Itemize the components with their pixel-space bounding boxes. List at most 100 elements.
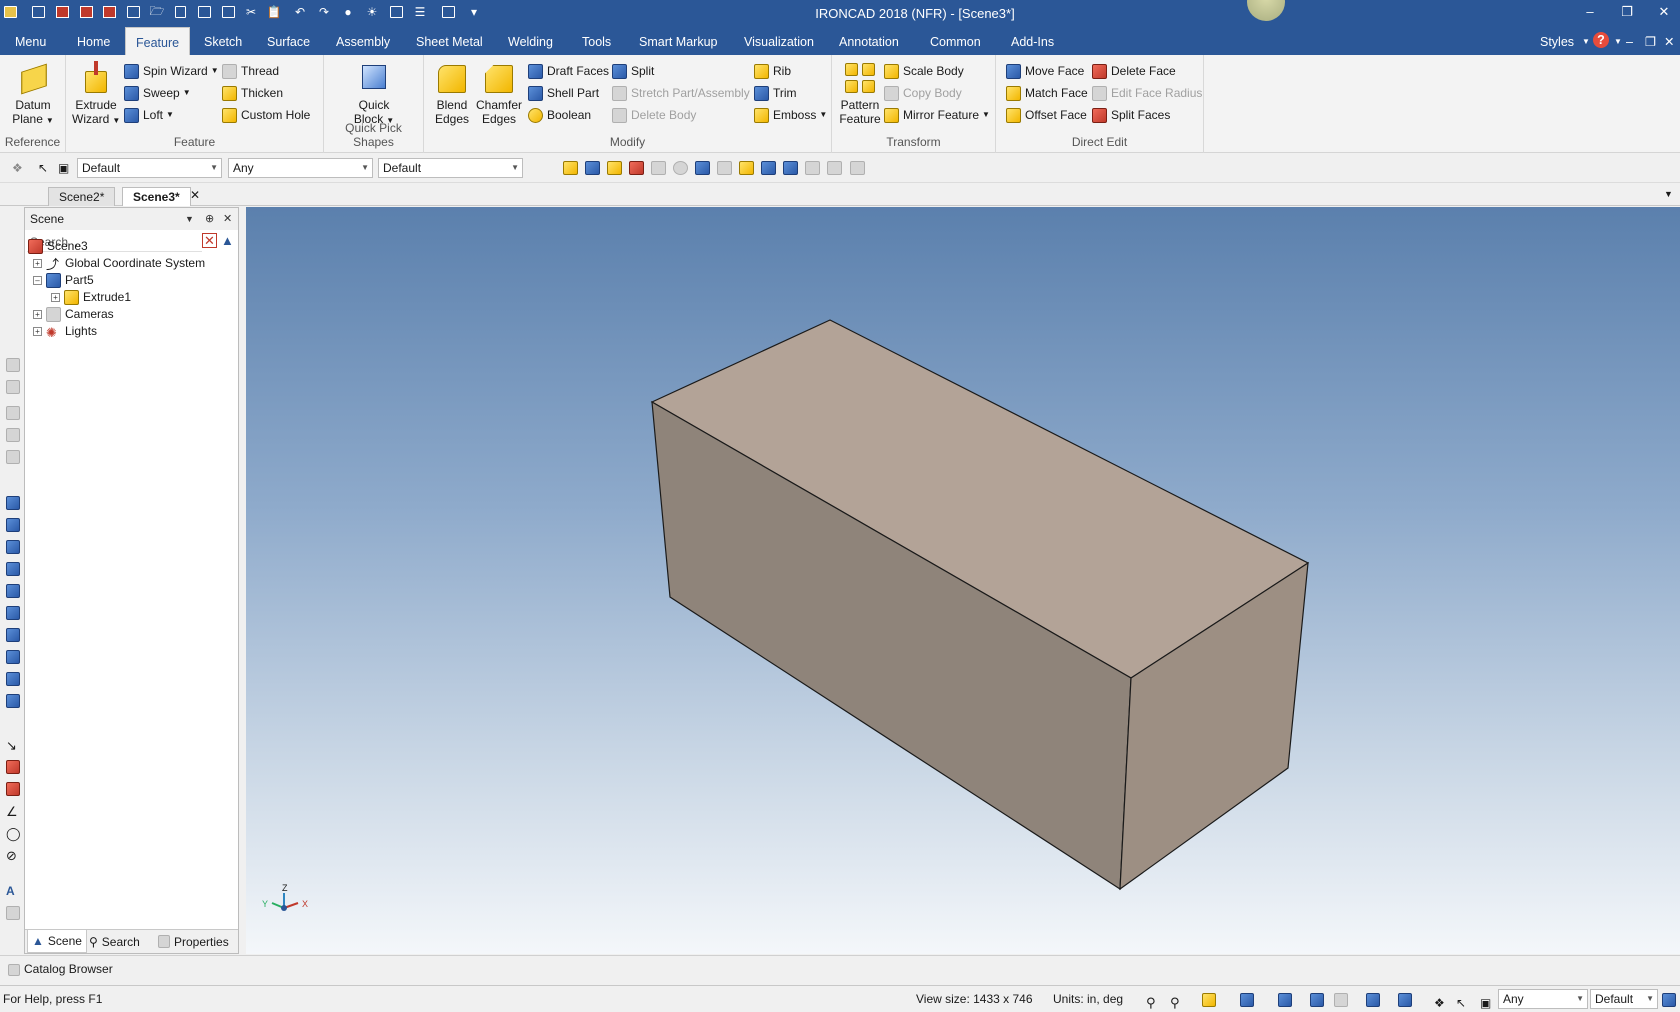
help-dropdown-icon[interactable]: ▼ [1614,27,1622,55]
catalog-browser-bar[interactable]: Catalog Browser [0,955,1680,981]
delete-face-button[interactable]: Delete Face [1092,62,1176,80]
orbit-icon[interactable]: ◯ [6,826,21,841]
catalog-export-icon[interactable] [805,161,820,175]
draft-faces-button[interactable]: Draft Faces [528,62,609,80]
doc-tabs-dropdown-icon[interactable]: ▼ [1664,189,1673,199]
expand-icon[interactable]: + [33,327,42,336]
help-icon[interactable]: ? [1593,32,1609,48]
view-bottom-icon[interactable] [6,606,20,620]
tree-item-extrude1[interactable]: + Extrude1 [51,289,131,306]
collapse-icon[interactable]: – [33,276,42,285]
loft-button[interactable]: Loft ▼ [124,106,174,124]
split-faces-button[interactable]: Split Faces [1092,106,1170,124]
zoom-fit-icon[interactable]: ⚲ [1146,990,1160,1010]
angle-icon[interactable]: ∠ [6,804,20,819]
tab-sheet-metal[interactable]: Sheet Metal [406,27,493,55]
stretch-part-assembly-button[interactable]: Stretch Part/Assembly [612,84,750,102]
text-tool-icon[interactable]: A [6,884,20,898]
camera-target-icon[interactable] [6,782,20,796]
catalog-list-icon[interactable] [717,161,732,175]
datum-plane-button[interactable]: Datum Plane ▼ [10,61,56,128]
tree-item-lights[interactable]: + ✺ Lights [33,323,97,340]
filter-combo[interactable]: Any ▼ [228,158,373,178]
chamfer-edges-button[interactable]: Chamfer Edges [476,61,522,126]
tree-item-cameras[interactable]: + Cameras [33,306,114,323]
panel-dropdown-icon[interactable]: ▼ [185,208,194,230]
panel-close-icon[interactable]: ✕ [223,208,232,230]
delete-body-button[interactable]: Delete Body [612,106,696,124]
close-icon[interactable]: ✕ [1654,4,1674,22]
minimize-icon[interactable]: – [1580,4,1600,22]
tab-tools[interactable]: Tools [572,27,621,55]
status-style-combo[interactable]: Default ▼ [1590,989,1658,1009]
move-face-button[interactable]: Move Face [1006,62,1084,80]
3d-viewport[interactable]: Z X Y [246,207,1680,954]
expand-icon[interactable]: + [33,259,42,268]
tab-sketch[interactable]: Sketch [194,27,252,55]
view-front-icon[interactable] [6,496,20,510]
copy-body-button[interactable]: Copy Body [884,84,962,102]
view-iso-icon[interactable] [6,628,20,642]
save-catalog-icon[interactable] [585,161,600,175]
emboss-button[interactable]: Emboss ▼ [754,106,827,124]
status-settings-icon[interactable] [1662,993,1676,1007]
match-face-button[interactable]: Match Face [1006,84,1088,102]
tree-item-part5[interactable]: – Part5 [33,272,94,289]
status-box-select-icon[interactable]: ▣ [1480,990,1494,1010]
doc-restore-icon[interactable]: ❐ [1645,27,1656,55]
styles-menu[interactable]: Styles [1540,27,1574,55]
expand-icon[interactable]: + [51,293,60,302]
clear-search-icon[interactable]: ✕ [202,233,217,248]
tab-menu[interactable]: Menu [5,27,56,55]
custom-hole-button[interactable]: Custom Hole [222,106,310,124]
shading-icon[interactable] [1310,993,1324,1007]
tree-item-scene3[interactable]: Scene3 [28,238,88,255]
tool-4-icon[interactable] [6,428,20,442]
tab-home[interactable]: Home [67,27,120,55]
scale-body-button[interactable]: Scale Body [884,62,964,80]
quick-block-button[interactable]: Quick Block ▼ [350,61,398,128]
shell-part-button[interactable]: Shell Part [528,84,599,102]
edit-face-radius-button[interactable]: Edit Face Radius [1092,84,1202,102]
style-combo[interactable]: Default ▼ [77,158,222,178]
catalog-image-icon[interactable] [695,161,710,175]
panel-tab-scene[interactable]: ▲ Scene [27,930,87,953]
open-folder-icon[interactable] [563,161,578,175]
mirror-feature-button[interactable]: Mirror Feature ▼ [884,106,990,124]
tab-visualization[interactable]: Visualization [734,27,824,55]
status-filter-icon[interactable]: ❖ [1434,990,1448,1010]
catalog-color-icon[interactable] [761,161,776,175]
layers-icon[interactable] [1398,993,1412,1007]
status-filter-combo[interactable]: Any ▼ [1498,989,1588,1009]
catalog-folder-icon[interactable] [607,161,622,175]
panel-tab-search[interactable]: ⚲ Search [85,930,144,953]
thicken-button[interactable]: Thicken [222,84,283,102]
tab-surface[interactable]: Surface [257,27,320,55]
camera-icon[interactable] [6,760,20,774]
select-filter-icon[interactable]: ❖ [12,161,27,175]
tab-feature[interactable]: Feature [125,27,191,55]
zoom-icon[interactable]: ⚲ [1170,990,1184,1010]
doc-tab-scene2[interactable]: Scene2* [48,187,116,206]
view-iso2-icon[interactable] [6,650,20,664]
tool-1-icon[interactable] [6,358,20,372]
panel-tab-properties[interactable]: Properties [154,930,233,953]
spin-wizard-button[interactable]: Spin Wizard ▼ [124,62,219,80]
restore-icon[interactable]: ❐ [1617,4,1637,22]
pattern-feature-button[interactable]: Pattern Feature [838,61,882,126]
split-button[interactable]: Split [612,62,654,80]
tool-5-icon[interactable] [6,450,20,464]
tab-common[interactable]: Common [920,27,991,55]
section-icon[interactable]: ⊘ [6,848,20,863]
expand-icon[interactable]: + [33,310,42,319]
tab-assembly[interactable]: Assembly [326,27,400,55]
catalog-delete-icon[interactable] [629,161,644,175]
thread-button[interactable]: Thread [222,62,279,80]
blend-edges-button[interactable]: Blend Edges [432,61,472,126]
extrude-wizard-button[interactable]: Extrude Wizard ▼ [72,61,120,128]
status-select-icon[interactable]: ↖ [1456,990,1470,1010]
rib-button[interactable]: Rib [754,62,791,80]
panel-pin-icon[interactable]: ⊕ [205,208,214,230]
view-left-icon[interactable] [6,540,20,554]
view-iso3-icon[interactable] [6,672,20,686]
